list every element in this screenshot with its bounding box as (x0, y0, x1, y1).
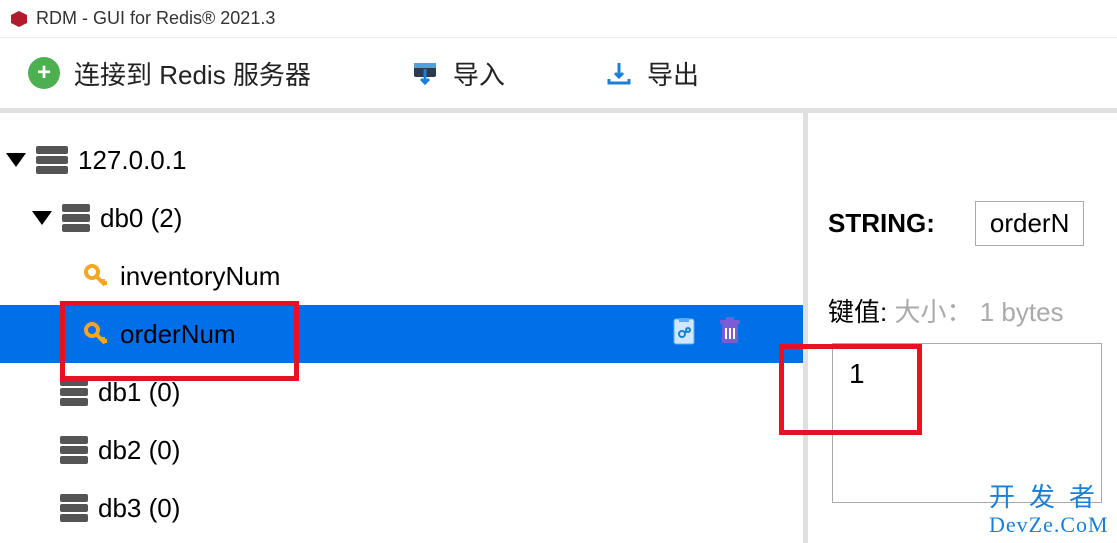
watermark: 开发者 DevZe.CoM (989, 484, 1109, 537)
value-textarea[interactable]: 1 (832, 343, 1102, 503)
server-label: 127.0.0.1 (78, 145, 186, 176)
tree-server-node[interactable]: 127.0.0.1 (0, 131, 803, 189)
plus-icon: + (28, 57, 60, 89)
key-name-input[interactable]: orderN (975, 201, 1084, 246)
tree-db1-node[interactable]: db1 (0) (0, 363, 803, 421)
tree-key-inventorynum[interactable]: inventoryNum (0, 247, 803, 305)
row-actions (671, 316, 743, 353)
toolbar: + 连接到 Redis 服务器 导入 导出 (0, 38, 1117, 113)
watermark-cn: 开发者 (989, 484, 1109, 513)
kv-label: 键值: (828, 297, 887, 327)
value-type-label: STRING: (828, 208, 935, 239)
export-icon (605, 59, 633, 87)
database-icon (60, 436, 88, 464)
value-header: 键值: 大小： 1 bytes (828, 292, 1117, 329)
chevron-down-icon (32, 211, 52, 225)
import-button[interactable]: 导入 (411, 55, 505, 92)
connect-button[interactable]: + 连接到 Redis 服务器 (28, 55, 311, 92)
copy-icon[interactable] (671, 316, 697, 353)
detail-panel: STRING: orderN 键值: 大小： 1 bytes 1 (808, 113, 1117, 543)
tree-db2-node[interactable]: db2 (0) (0, 421, 803, 479)
database-icon (62, 204, 90, 232)
watermark-en: DevZe.CoM (989, 513, 1109, 537)
export-label: 导出 (647, 55, 699, 92)
database-icon (60, 494, 88, 522)
size-label: 大小： (894, 297, 972, 327)
db-label: db0 (2) (100, 203, 182, 234)
database-icon (60, 378, 88, 406)
db-label: db1 (0) (98, 377, 180, 408)
size-value: 1 bytes (980, 297, 1064, 327)
key-label: orderNum (120, 319, 236, 350)
import-icon (411, 59, 439, 87)
connect-label: 连接到 Redis 服务器 (74, 55, 311, 92)
key-icon (82, 320, 110, 348)
server-icon (36, 146, 68, 174)
export-button[interactable]: 导出 (605, 55, 699, 92)
app-logo-icon (10, 10, 28, 28)
tree-db0-node[interactable]: db0 (2) (0, 189, 803, 247)
db-label: db3 (0) (98, 493, 180, 524)
tree-panel: 127.0.0.1 db0 (2) inventoryNum (0, 113, 808, 543)
tree-key-ordernum[interactable]: orderNum (0, 305, 803, 363)
import-label: 导入 (453, 55, 505, 92)
tree-db3-node[interactable]: db3 (0) (0, 479, 803, 537)
key-label: inventoryNum (120, 261, 280, 292)
key-icon (82, 262, 110, 290)
db-label: db2 (0) (98, 435, 180, 466)
main-area: 127.0.0.1 db0 (2) inventoryNum (0, 113, 1117, 543)
title-bar: RDM - GUI for Redis® 2021.3 (0, 0, 1117, 38)
type-row: STRING: orderN (828, 201, 1117, 246)
window-title: RDM - GUI for Redis® 2021.3 (36, 8, 275, 29)
chevron-down-icon (6, 153, 26, 167)
trash-icon[interactable] (717, 316, 743, 353)
